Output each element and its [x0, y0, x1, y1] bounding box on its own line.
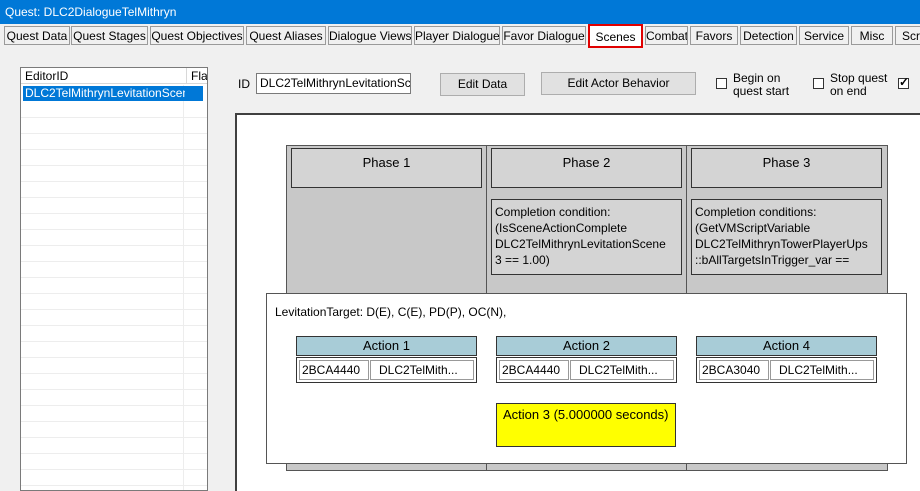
phase-3-completion-condition[interactable]: Completion conditions: (GetVMScriptVaria…: [691, 199, 882, 275]
tab-quest-aliases[interactable]: Quest Aliases: [246, 26, 326, 45]
stop-quest-on-end-label: Stop quest on end: [830, 72, 887, 98]
action-1-name: DLC2TelMith...: [370, 360, 474, 380]
window-title: Quest: DLC2DialogueTelMithryn: [5, 5, 177, 19]
tab-bar: Quest Data Quest Stages Quest Objectives…: [0, 24, 920, 48]
list-item[interactable]: DLC2TelMithrynLevitationScene: [23, 86, 185, 101]
action-4-id: 2BCA3040: [699, 360, 769, 380]
phase-1-header[interactable]: Phase 1: [291, 148, 482, 188]
condition-line: 3 == 1.00): [495, 253, 550, 267]
phase-2-header[interactable]: Phase 2: [491, 148, 682, 188]
timer-action[interactable]: Action 3 (5.000000 seconds): [496, 403, 676, 447]
action-2-title[interactable]: Action 2: [496, 336, 677, 356]
stop-quest-on-end-checkbox[interactable]: [813, 78, 824, 89]
action-1-body[interactable]: 2BCA4440 DLC2TelMith...: [296, 357, 477, 383]
action-4-body[interactable]: 2BCA3040 DLC2TelMith...: [696, 357, 877, 383]
condition-line: Completion condition:: [495, 205, 611, 219]
tab-dialogue-views[interactable]: Dialogue Views: [328, 26, 412, 45]
list-item-flags[interactable]: [185, 86, 203, 101]
tab-misc[interactable]: Misc: [851, 26, 893, 45]
alias-header: LevitationTarget: D(E), C(E), PD(P), OC(…: [275, 305, 507, 319]
tab-service[interactable]: Service: [799, 26, 849, 45]
window-titlebar: Quest: DLC2DialogueTelMithryn: [0, 0, 920, 24]
phase-2-completion-condition[interactable]: Completion condition: (IsSceneActionComp…: [491, 199, 682, 275]
condition-line: DLC2TelMithrynLevitationScene: [495, 237, 666, 251]
edit-actor-behavior-button[interactable]: Edit Actor Behavior: [541, 72, 696, 95]
action-1-id: 2BCA4440: [299, 360, 369, 380]
begin-on-quest-start-checkbox[interactable]: [716, 78, 727, 89]
condition-line: DLC2TelMithrynTowerPlayerUps: [695, 237, 868, 251]
tab-scenes[interactable]: Scenes: [588, 24, 643, 48]
tab-favor-dialogue[interactable]: Favor Dialogue: [502, 26, 586, 45]
scene-list[interactable]: EditorID Fla DLC2TelMithrynLevitationSce…: [20, 67, 208, 491]
action-4-title[interactable]: Action 4: [696, 336, 877, 356]
tab-detection[interactable]: Detection: [740, 26, 797, 45]
tab-player-dialogue[interactable]: Player Dialogue: [414, 26, 500, 45]
condition-line: (IsSceneActionComplete: [495, 221, 628, 235]
edit-data-button[interactable]: Edit Data: [440, 73, 525, 96]
action-2-id: 2BCA4440: [499, 360, 569, 380]
column-header-editorid[interactable]: EditorID: [21, 68, 187, 84]
tab-favors[interactable]: Favors: [690, 26, 738, 45]
tab-scripts[interactable]: Scri: [895, 26, 920, 45]
action-4-name: DLC2TelMith...: [770, 360, 874, 380]
id-input[interactable]: DLC2TelMithrynLevitationScene: [256, 73, 411, 94]
action-2-body[interactable]: 2BCA4440 DLC2TelMith...: [496, 357, 677, 383]
condition-line: ::bAllTargetsInTrigger_var ==: [695, 253, 850, 267]
tab-quest-objectives[interactable]: Quest Objectives: [150, 26, 244, 45]
begin-on-quest-start-label: Begin on quest start: [733, 72, 789, 98]
begin-on-quest-start-line2: quest start: [733, 84, 790, 98]
id-label: ID: [238, 77, 250, 91]
action-2-name: DLC2TelMith...: [570, 360, 674, 380]
tab-quest-stages[interactable]: Quest Stages: [71, 26, 148, 45]
stop-quest-on-end-line2: on end: [830, 84, 867, 98]
condition-line: (GetVMScriptVariable: [695, 221, 811, 235]
third-option-checkbox[interactable]: [898, 75, 909, 89]
column-header-flags[interactable]: Fla: [187, 68, 207, 84]
action-1-title[interactable]: Action 1: [296, 336, 477, 356]
tab-combat[interactable]: Combat: [645, 26, 688, 45]
phase-3-header[interactable]: Phase 3: [691, 148, 882, 188]
condition-line: Completion conditions:: [695, 205, 817, 219]
tab-quest-data[interactable]: Quest Data: [4, 26, 70, 45]
